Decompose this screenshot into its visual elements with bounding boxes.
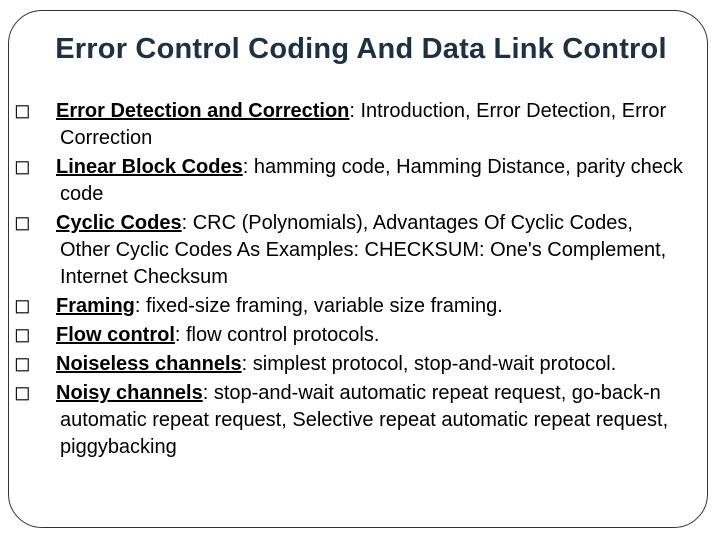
list-item: ◻Cyclic Codes: CRC (Polynomials), Advant… (37, 210, 685, 291)
bullet-rest: : fixed-size framing, variable size fram… (135, 295, 503, 317)
list-item: ◻Flow control: flow control protocols. (37, 322, 685, 349)
list-item: ◻Noiseless channels: simplest protocol, … (37, 351, 685, 378)
list-item: ◻Error Detection and Correction: Introdu… (37, 98, 685, 152)
bullet-topic: Flow control (56, 324, 175, 346)
bullet-topic: Noisy channels (56, 382, 203, 404)
bullet-topic: Cyclic Codes (56, 212, 182, 234)
bullet-topic: Linear Block Codes (56, 156, 243, 178)
bullet-topic: Noiseless channels (56, 353, 242, 375)
list-item: ◻Linear Block Codes: hamming code, Hammi… (37, 154, 685, 208)
bullet-glyph: ◻ (37, 380, 56, 407)
bullet-glyph: ◻ (37, 154, 56, 181)
list-item: ◻Noisy channels: stop-and-wait automatic… (37, 380, 685, 461)
bullet-rest: : flow control protocols. (175, 324, 380, 346)
bullet-topic: Framing (56, 295, 135, 317)
bullet-glyph: ◻ (37, 98, 56, 125)
bullet-glyph: ◻ (37, 351, 56, 378)
list-item: ◻Framing: fixed-size framing, variable s… (37, 293, 685, 320)
bullet-list: ◻Error Detection and Correction: Introdu… (37, 98, 685, 461)
page-title: Error Control Coding And Data Link Contr… (37, 33, 685, 66)
bullet-glyph: ◻ (37, 322, 56, 349)
bullet-topic: Error Detection and Correction (56, 100, 349, 122)
bullet-glyph: ◻ (37, 210, 56, 237)
bullet-glyph: ◻ (37, 293, 56, 320)
slide-card: Error Control Coding And Data Link Contr… (8, 10, 708, 528)
bullet-rest: : simplest protocol, stop-and-wait proto… (242, 353, 617, 375)
